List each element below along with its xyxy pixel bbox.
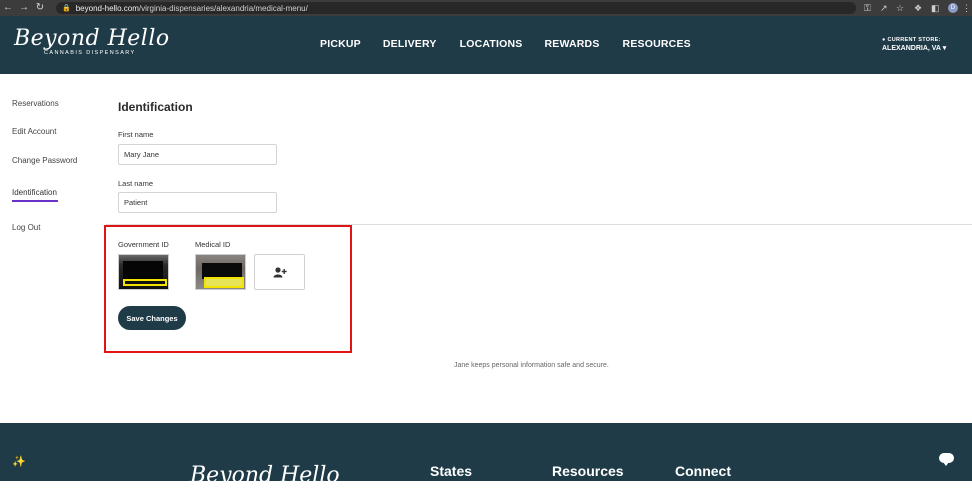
- footer-logo[interactable]: Beyond Hello: [190, 463, 340, 488]
- sidebar-item-identification[interactable]: Identification: [12, 188, 58, 202]
- current-store-value: ALEXANDRIA, VA ▾: [882, 45, 947, 52]
- browser-toolbar: ← → ↻ 🔒 beyond-hello.com/virginia-dispen…: [0, 0, 972, 16]
- site-footer: Beyond Hello States Resources Connect: [0, 423, 972, 488]
- profile-avatar[interactable]: D: [948, 3, 958, 13]
- accessibility-icon[interactable]: ✨: [12, 455, 26, 468]
- brand-logo[interactable]: Beyond Hello CANNABIS DISPENSARY: [14, 26, 170, 56]
- location-pin-icon: ●: [882, 37, 886, 43]
- nav-locations[interactable]: LOCATIONS: [460, 38, 523, 50]
- footer-states-heading: States: [430, 463, 473, 479]
- sidebar-item-edit-account[interactable]: Edit Account: [12, 127, 56, 136]
- address-bar[interactable]: 🔒 beyond-hello.com/virginia-dispensaries…: [56, 2, 856, 14]
- sidebar-item-change-password[interactable]: Change Password: [12, 156, 77, 165]
- site-header: Beyond Hello CANNABIS DISPENSARY PICKUP …: [0, 16, 972, 74]
- footer-connect-heading: Connect: [675, 463, 731, 479]
- security-note: Jane keeps personal information safe and…: [454, 362, 609, 369]
- last-name-label: Last name: [118, 179, 154, 188]
- annotation-highlight-box: [104, 225, 352, 353]
- share-icon[interactable]: ↗: [880, 0, 888, 16]
- first-name-input[interactable]: [118, 144, 277, 165]
- nav-resources[interactable]: RESOURCES: [623, 38, 691, 50]
- forward-icon[interactable]: →: [16, 0, 32, 16]
- last-name-input[interactable]: [118, 192, 277, 213]
- menu-dots-icon[interactable]: ⋮: [962, 0, 971, 16]
- url-text: beyond-hello.com/virginia-dispensaries/a…: [75, 3, 308, 13]
- first-name-label: First name: [118, 130, 154, 139]
- lock-icon: 🔒: [62, 5, 71, 12]
- key-icon[interactable]: ⚿: [864, 0, 871, 16]
- current-store-selector[interactable]: ● CURRENT STORE: ALEXANDRIA, VA ▾: [882, 37, 946, 52]
- nav-pickup[interactable]: PICKUP: [320, 38, 361, 50]
- extensions-icon[interactable]: ❖: [914, 0, 922, 16]
- chat-button[interactable]: [927, 443, 965, 473]
- logo-script: Beyond Hello: [14, 26, 170, 51]
- caret-down-icon: ▾: [942, 45, 947, 52]
- back-icon[interactable]: ←: [0, 0, 16, 16]
- sidebar-item-reservations[interactable]: Reservations: [12, 99, 59, 108]
- chat-bubble-icon: [938, 453, 954, 466]
- page-title: Identification: [118, 100, 193, 114]
- reload-icon[interactable]: ↻: [32, 0, 48, 16]
- footer-resources-heading: Resources: [552, 463, 624, 479]
- star-icon[interactable]: ☆: [896, 0, 904, 16]
- nav-delivery[interactable]: DELIVERY: [383, 38, 437, 50]
- current-store-label: ● CURRENT STORE:: [882, 37, 941, 43]
- main-nav: PICKUP DELIVERY LOCATIONS REWARDS RESOUR…: [320, 38, 691, 50]
- sidebar-item-log-out[interactable]: Log Out: [12, 223, 40, 232]
- sidepanel-icon[interactable]: ◧: [931, 0, 940, 16]
- nav-rewards[interactable]: REWARDS: [544, 38, 599, 50]
